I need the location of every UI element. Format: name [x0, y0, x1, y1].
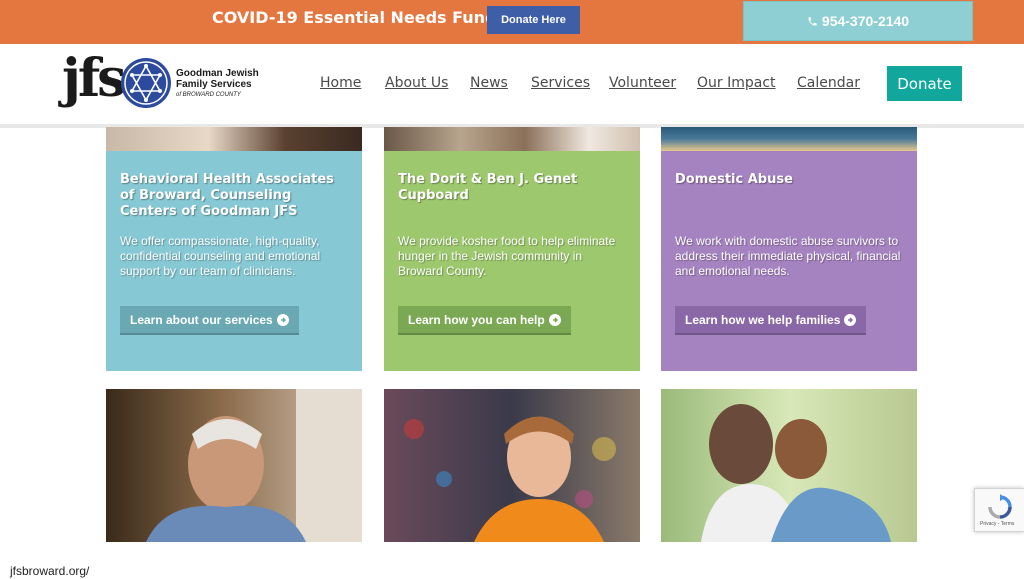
donate-here-button[interactable]: Donate Here	[487, 6, 580, 34]
jfs-logo[interactable]: jfs Goodman Jewish Family Services of BR…	[62, 48, 262, 114]
photo-father-child	[661, 389, 917, 542]
recaptcha-icon	[988, 494, 1012, 519]
donate-button[interactable]: Donate	[887, 66, 962, 101]
nav-news[interactable]: News	[470, 75, 508, 91]
card-title: Domestic Abuse	[675, 172, 793, 187]
site-header: jfs Goodman Jewish Family Services of BR…	[0, 44, 1024, 128]
card-button-label: Learn about our services	[130, 312, 273, 327]
logo-name-line2: Family Services	[176, 79, 252, 90]
card-button-label: Learn how you can help	[408, 312, 545, 327]
phone-number: 954-370-2140	[821, 13, 910, 29]
nav-volunteer[interactable]: Volunteer	[609, 75, 676, 91]
card-text: We offer compassionate, high-quality, co…	[120, 234, 321, 278]
logo-mark: jfs	[62, 48, 126, 109]
photo-elderly-man	[106, 389, 362, 542]
banner-title: COVID-19 Essential Needs Fund	[212, 8, 497, 27]
phone-icon	[808, 16, 817, 26]
logo-name-line1: Goodman Jewish	[176, 68, 259, 79]
nav-services[interactable]: Services	[531, 75, 590, 91]
arrow-right-circle-icon	[844, 313, 857, 326]
photo-young-man	[384, 389, 640, 542]
status-bar-url: jfsbroward.org/	[10, 564, 90, 578]
recaptcha-badge[interactable]: Privacy - Terms	[974, 488, 1024, 532]
card-behavioral-health: Behavioral Health Associates of Broward,…	[106, 127, 362, 371]
nav-about-us[interactable]: About Us	[385, 75, 448, 91]
card-button-label: Learn how we help families	[685, 312, 841, 327]
card-photo	[384, 127, 640, 151]
arrow-right-circle-icon	[548, 313, 561, 326]
star-of-david-seal-icon	[121, 58, 171, 108]
nav-calendar[interactable]: Calendar	[797, 75, 860, 91]
card-domestic-abuse: Domestic Abuse We work with domestic abu…	[661, 127, 917, 371]
arrow-right-circle-icon	[276, 313, 289, 326]
card-text: We work with domestic abuse survivors to…	[675, 234, 901, 278]
logo-name-line3: of BROWARD COUNTY	[176, 92, 241, 98]
nav-home[interactable]: Home	[320, 75, 361, 91]
recaptcha-terms[interactable]: Privacy - Terms	[980, 521, 1014, 527]
covid-banner: COVID-19 Essential Needs Fund Donate Her…	[0, 0, 1024, 44]
learn-about-services-button[interactable]: Learn about our services	[120, 306, 299, 335]
card-text: We provide kosher food to help eliminate…	[398, 234, 616, 278]
learn-how-we-help-button[interactable]: Learn how we help families	[675, 306, 867, 335]
phone-button[interactable]: 954-370-2140	[743, 1, 973, 41]
card-genet-cupboard: The Dorit & Ben J. Genet Cupboard We pro…	[384, 127, 640, 371]
learn-how-to-help-button[interactable]: Learn how you can help	[398, 306, 571, 335]
card-title: Behavioral Health Associates of Broward,…	[120, 172, 334, 219]
card-title: The Dorit & Ben J. Genet Cupboard	[398, 172, 578, 203]
card-photo	[661, 127, 917, 151]
logo-text: Goodman Jewish Family Services of BROWAR…	[176, 68, 266, 101]
card-photo	[106, 127, 362, 151]
nav-our-impact[interactable]: Our Impact	[697, 75, 776, 91]
